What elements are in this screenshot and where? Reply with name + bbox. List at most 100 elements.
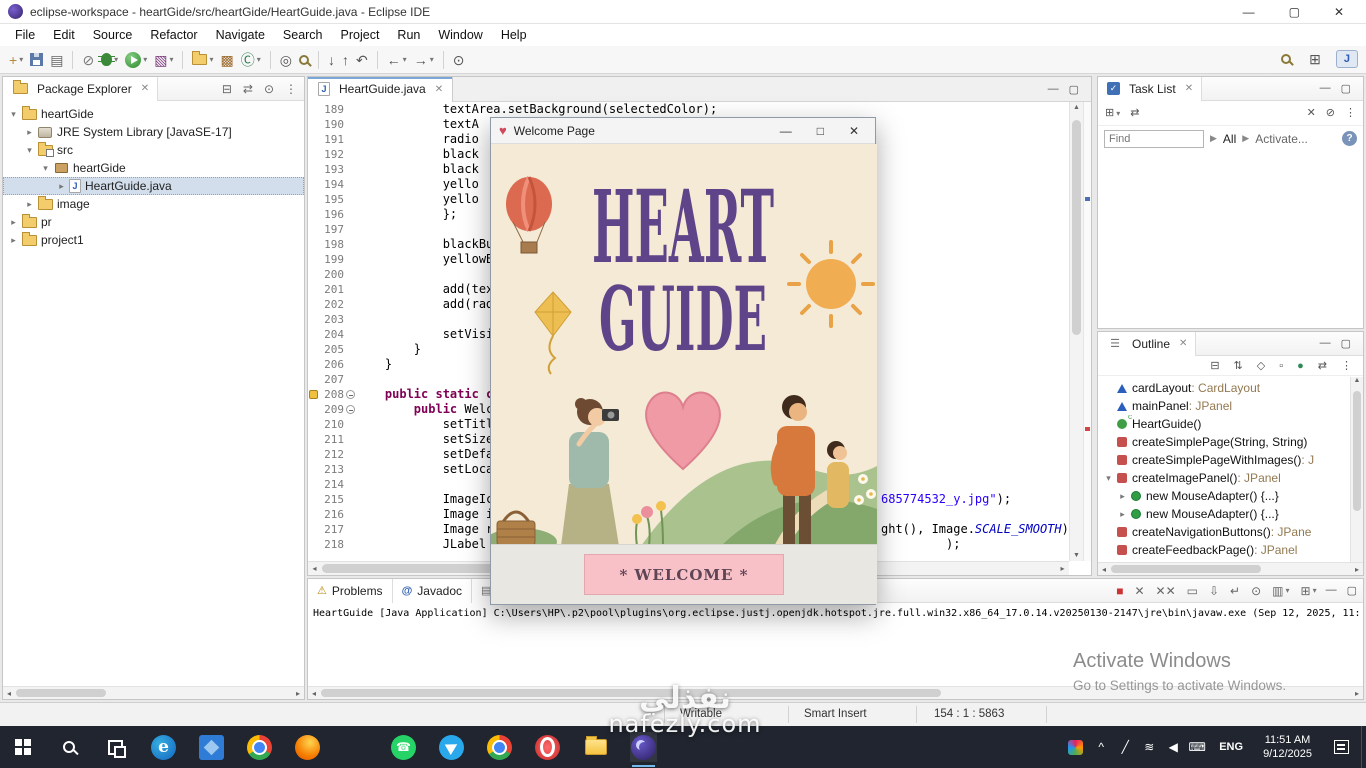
dropdown-arrow-icon[interactable]: ▾ [403, 55, 407, 64]
new-wizard-icon[interactable]: +▾ [6, 49, 26, 71]
scroll-left-icon[interactable]: ◂ [1098, 565, 1110, 574]
fold-collapse-icon[interactable] [346, 390, 355, 399]
dropdown-arrow-icon[interactable]: ▾ [169, 55, 173, 64]
run-icon[interactable]: ▾ [122, 49, 150, 71]
scroll-left-icon[interactable]: ◂ [308, 689, 320, 698]
volume-icon[interactable]: ◀ [1161, 740, 1185, 754]
outline-item-new-mouseadapter-[interactable]: ▸new MouseAdapter() {...} [1098, 505, 1363, 523]
action-center-icon[interactable] [1334, 740, 1349, 754]
dropdown-arrow-icon[interactable]: ▾ [143, 55, 147, 64]
new-task-icon[interactable]: ⊞▾ [1102, 102, 1123, 124]
print-icon[interactable]: ▤ [47, 49, 66, 71]
hide-non-public-members-icon[interactable]: ● [1294, 358, 1307, 374]
dropdown-arrow-icon[interactable]: ▾ [19, 55, 23, 64]
collapse-arrow-icon[interactable]: ▾ [23, 145, 36, 156]
last-edit-location-icon[interactable]: ↶ [353, 49, 371, 71]
hide-completed-icon[interactable]: ✕ [1304, 102, 1319, 124]
find-input[interactable] [1104, 130, 1204, 148]
minimize-view-icon[interactable]: — [1326, 584, 1337, 597]
menu-navigate[interactable]: Navigate [207, 26, 274, 44]
outline-hscrollbar[interactable]: ◂ ▸ [1098, 562, 1363, 575]
menu-refactor[interactable]: Refactor [141, 26, 206, 44]
expand-arrow-icon[interactable]: ▸ [7, 217, 20, 228]
pin-editor-icon[interactable]: ⊙ [450, 49, 468, 71]
scroll-right-icon[interactable]: ▸ [292, 689, 304, 698]
chevron-right-icon[interactable]: ▶ [1210, 133, 1217, 144]
remove-launch-icon[interactable]: ✕ [1133, 582, 1145, 600]
scrollbar-thumb[interactable] [1353, 391, 1361, 511]
scroll-left-icon[interactable]: ◂ [3, 689, 15, 698]
expand-arrow-icon[interactable]: ▸ [1116, 509, 1129, 520]
outline-item-heartguide-[interactable]: HeartGuide() [1098, 415, 1363, 433]
dropdown-arrow-icon[interactable]: ▾ [209, 55, 213, 64]
taskbar-app-microsoft-store[interactable] [342, 732, 369, 762]
scroll-right-icon[interactable]: ▸ [1351, 565, 1363, 574]
outline-item-createimagepanel-[interactable]: ▾createImagePanel() : JPanel [1098, 469, 1363, 487]
overview-annotation-blue[interactable] [1085, 197, 1090, 201]
skip-all-breakpoints-icon[interactable]: ⊘ [79, 49, 97, 71]
menu-window[interactable]: Window [429, 26, 491, 44]
minimize-window-icon[interactable]: — [1243, 5, 1255, 19]
colorful-app-icon[interactable] [1068, 740, 1083, 755]
menu-help[interactable]: Help [492, 26, 536, 44]
java-perspective-button[interactable]: J [1336, 50, 1358, 68]
tree-item-heartgide[interactable]: ▾heartGide [3, 159, 304, 177]
link-with-editor-icon[interactable]: ⇄ [242, 80, 254, 98]
collapse-all-icon[interactable]: ⊟ [221, 80, 233, 98]
outline-item-cardlayout[interactable]: cardLayout : CardLayout [1098, 379, 1363, 397]
minimize-dialog-icon[interactable]: — [780, 124, 792, 138]
scrollbar-thumb[interactable] [16, 689, 106, 697]
scroll-down-icon[interactable]: ▼ [1070, 550, 1083, 561]
new-package-icon[interactable]: ▩ [217, 49, 236, 71]
tab-heartguide-java[interactable]: J HeartGuide.java ✕ [308, 77, 453, 102]
maximize-editor-icon[interactable]: ▢ [1069, 83, 1079, 96]
tree-item-jre-system-library-javase-17-[interactable]: ▸JRE System Library [JavaSE-17] [3, 123, 304, 141]
package-explorer-hscrollbar[interactable]: ◂ ▸ [3, 686, 304, 699]
menu-source[interactable]: Source [84, 26, 142, 44]
maximize-dialog-icon[interactable]: □ [817, 124, 824, 138]
new-java-project-icon[interactable]: ▾ [189, 49, 216, 71]
outline-item-createnavigationbuttons-[interactable]: createNavigationButtons() : JPane [1098, 523, 1363, 541]
close-view-icon[interactable]: ✕ [1179, 338, 1187, 349]
taskbar-search-button[interactable] [46, 726, 92, 768]
overview-annotation-red[interactable] [1085, 427, 1090, 431]
taskbar-app-file-explorer[interactable] [582, 732, 609, 762]
menu-project[interactable]: Project [332, 26, 389, 44]
overview-ruler[interactable] [1083, 102, 1091, 561]
word-wrap-icon[interactable]: ↵ [1229, 582, 1241, 600]
debug-icon[interactable]: ▾ [98, 49, 121, 71]
outline-vscrollbar[interactable]: ▲ [1350, 377, 1363, 562]
menu-search[interactable]: Search [274, 26, 332, 44]
quick-access-search-icon[interactable] [1278, 48, 1294, 70]
welcome-button[interactable]: * WELCOME * [584, 554, 784, 595]
taskbar-app-chrome[interactable] [246, 732, 273, 762]
expand-arrow-icon[interactable]: ▸ [1116, 491, 1129, 502]
activate-link[interactable]: Activate... [1255, 132, 1308, 146]
tree-item-heartguide-java[interactable]: ▸JHeartGuide.java [3, 177, 304, 195]
minimize-view-icon[interactable]: — [1320, 82, 1331, 95]
outline-item-createsimplepage-string-string-[interactable]: createSimplePage(String, String) [1098, 433, 1363, 451]
back-icon[interactable]: ←▾ [384, 49, 410, 71]
dialog-titlebar[interactable]: ♥ Welcome Page — □ ✕ [491, 118, 875, 144]
tree-item-project1[interactable]: ▸project1 [3, 231, 304, 249]
focus-icon[interactable]: ⊙ [263, 80, 275, 98]
maximize-view-icon[interactable]: ▢ [1341, 82, 1351, 95]
launch-marker-icon[interactable] [309, 390, 318, 399]
forward-icon[interactable]: →▾ [411, 49, 437, 71]
dropdown-arrow-icon[interactable]: ▾ [1313, 586, 1317, 595]
new-class-icon[interactable]: Ⓒ▾ [238, 49, 264, 71]
open-perspective-icon[interactable]: ⊞ [1306, 48, 1324, 70]
close-view-icon[interactable]: ✕ [1185, 83, 1193, 94]
tab-problems[interactable]: ⚠Problems [308, 579, 393, 603]
network-icon[interactable]: ≋ [1137, 740, 1161, 754]
tree-item-heartgide[interactable]: ▾heartGide [3, 105, 304, 123]
previous-annotation-icon[interactable]: ↑ [339, 49, 352, 71]
taskbar-app-edge[interactable]: e [150, 732, 177, 762]
maximize-view-icon[interactable]: ▢ [1347, 584, 1357, 597]
touch-keyboard-icon[interactable]: ⌨ [1185, 740, 1209, 754]
remove-all-terminated-icon[interactable]: ✕✕ [1155, 582, 1177, 600]
code-line-189[interactable]: 189 textArea.setBackground(selectedColor… [308, 102, 1069, 117]
taskbar-app-firefox[interactable] [294, 732, 321, 762]
categorized-icon[interactable]: ⇄ [1127, 102, 1142, 124]
terminate-icon[interactable]: ■ [1115, 582, 1124, 600]
